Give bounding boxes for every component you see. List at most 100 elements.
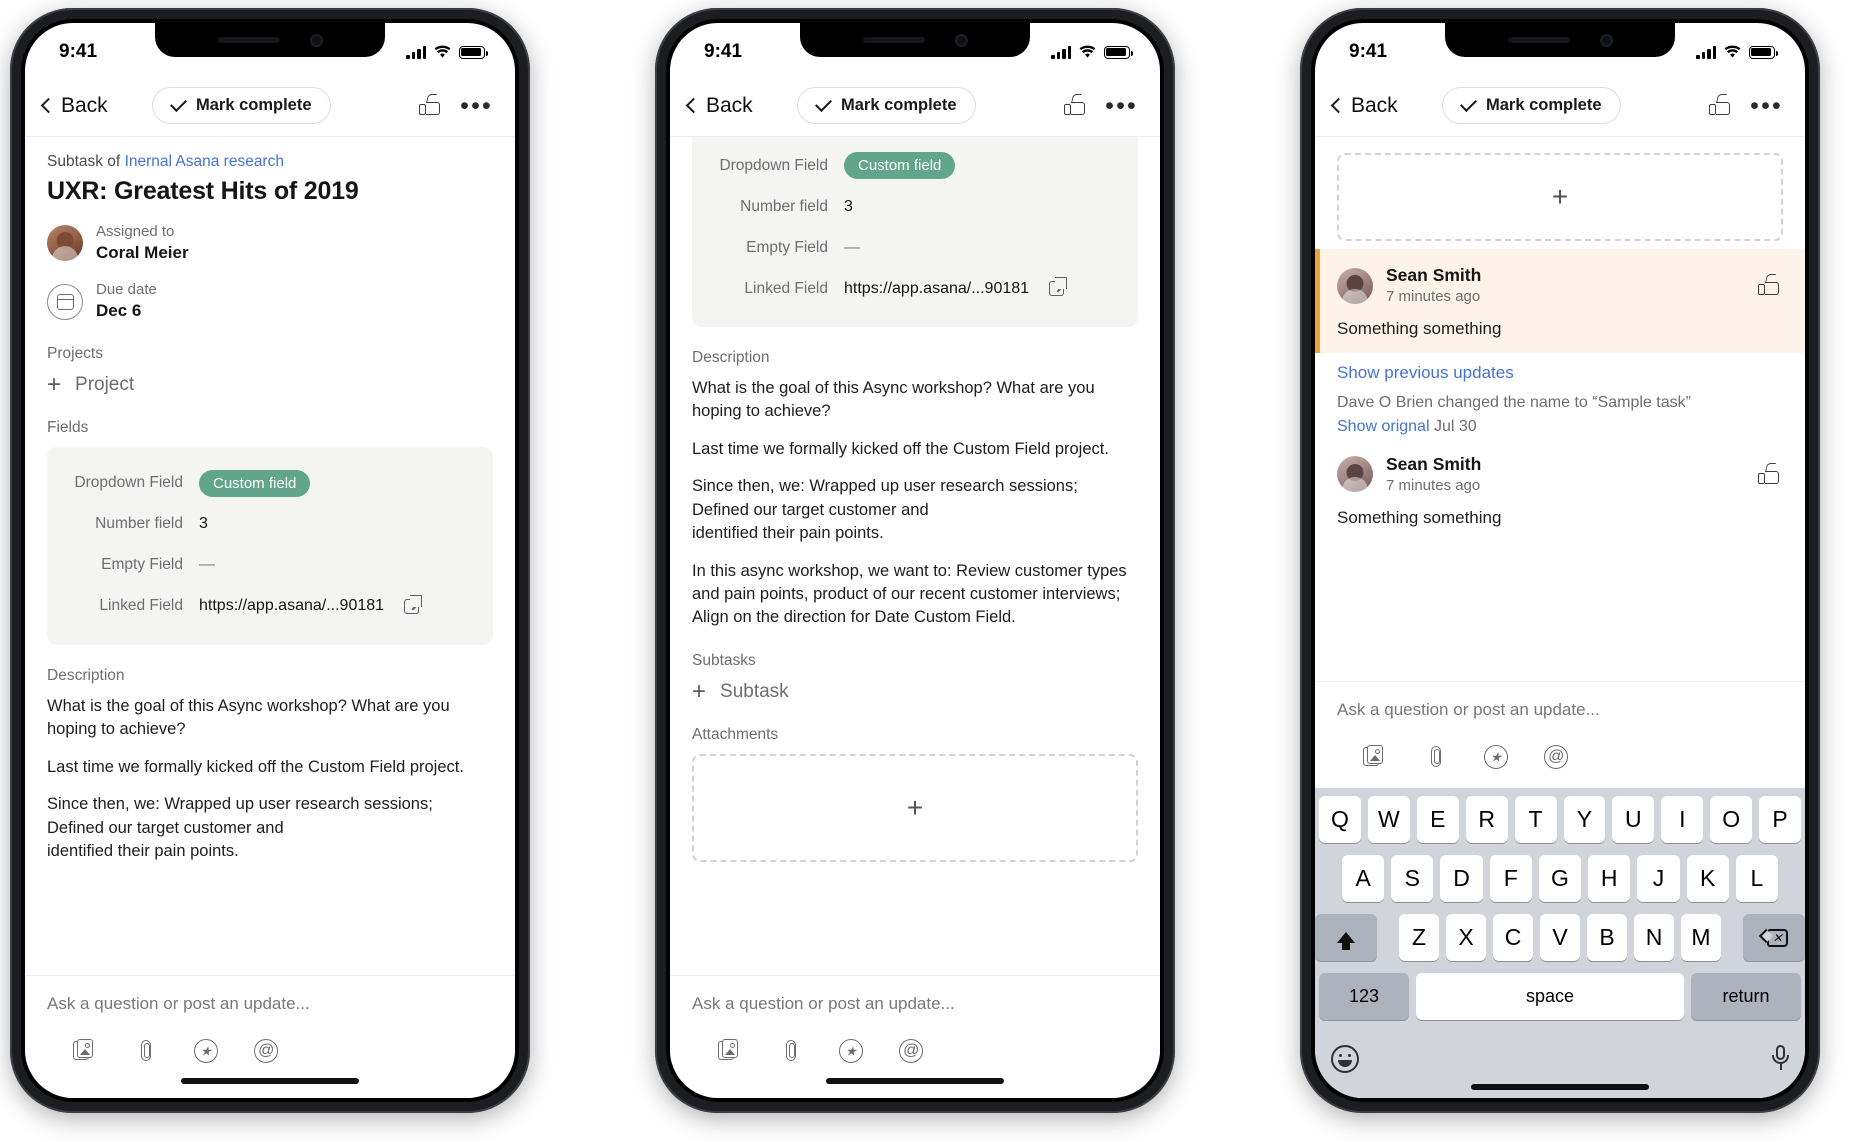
key-q[interactable]: Q <box>1318 796 1361 843</box>
like-icon[interactable] <box>1064 93 1089 118</box>
field-row[interactable]: Number field 3 <box>692 186 1120 227</box>
key-l[interactable]: L <box>1735 855 1778 902</box>
key-k[interactable]: K <box>1686 855 1729 902</box>
mention-icon[interactable]: @ <box>898 1038 924 1064</box>
paperclip-icon[interactable] <box>133 1038 159 1064</box>
paperclip-icon[interactable] <box>778 1038 804 1064</box>
show-original-link[interactable]: Show orignal <box>1337 418 1430 435</box>
show-previous-updates-link[interactable]: Show previous updates <box>1315 353 1805 383</box>
like-icon[interactable] <box>1709 93 1734 118</box>
due-date-row[interactable]: Due date Dec 6 <box>47 280 493 322</box>
like-icon[interactable] <box>1758 273 1783 298</box>
comment-input[interactable]: Ask a question or post an update... <box>47 994 493 1014</box>
key-p[interactable]: P <box>1759 796 1802 843</box>
microphone-icon[interactable] <box>1772 1045 1789 1073</box>
like-icon[interactable] <box>419 93 444 118</box>
add-subtask-label: Subtask <box>720 680 789 702</box>
parent-task-link[interactable]: Inernal Asana research <box>125 153 284 170</box>
numbers-key[interactable]: 123 <box>1319 973 1409 1020</box>
key-s[interactable]: S <box>1391 855 1434 902</box>
field-row[interactable]: Linked Field https://app.asana/...90181 <box>47 586 475 627</box>
key-y[interactable]: Y <box>1563 796 1606 843</box>
more-options-icon[interactable]: ••• <box>1750 93 1783 118</box>
check-icon <box>814 95 832 112</box>
key-u[interactable]: U <box>1612 796 1655 843</box>
mark-complete-button[interactable]: Mark complete <box>796 87 976 124</box>
status-badge: Custom field <box>199 469 311 497</box>
field-label: Dropdown Field <box>74 474 183 492</box>
description-body[interactable]: What is the goal of this Async workshop?… <box>692 377 1138 630</box>
comment-input[interactable]: Ask a question or post an update... <box>692 994 1138 1014</box>
photo-icon[interactable] <box>73 1038 99 1064</box>
composer-toolbar: ★ @ <box>692 1014 1138 1064</box>
external-link-icon[interactable] <box>404 594 423 614</box>
paperclip-icon[interactable] <box>1423 744 1449 770</box>
key-b[interactable]: B <box>1587 914 1627 961</box>
comment-composer[interactable]: Ask a question or post an update... ★ @ <box>670 975 1160 1064</box>
key-c[interactable]: C <box>1493 914 1533 961</box>
front-camera-icon <box>954 33 968 47</box>
key-d[interactable]: D <box>1440 855 1483 902</box>
comment-composer[interactable]: Ask a question or post an update... ★ @ <box>1315 681 1805 788</box>
speaker-grill <box>862 37 925 43</box>
star-icon[interactable]: ★ <box>1483 744 1509 770</box>
mention-icon[interactable]: @ <box>1543 744 1569 770</box>
add-attachment-dropzone[interactable]: + <box>1337 153 1783 241</box>
field-row[interactable]: Dropdown Field Custom field <box>47 463 475 504</box>
notch <box>800 23 1030 57</box>
field-label: Number field <box>95 515 183 533</box>
more-options-icon[interactable]: ••• <box>460 93 493 118</box>
field-row[interactable]: Linked Field https://app.asana/...90181 <box>692 268 1120 309</box>
keyboard-row-2: ASDFGHJKL <box>1319 855 1801 902</box>
field-row[interactable]: Number field 3 <box>47 504 475 545</box>
emoji-icon[interactable] <box>1331 1045 1359 1073</box>
field-row[interactable]: Dropdown Field Custom field <box>692 145 1120 186</box>
key-x[interactable]: X <box>1446 914 1486 961</box>
photo-icon[interactable] <box>1363 744 1389 770</box>
key-f[interactable]: F <box>1489 855 1532 902</box>
comment-input[interactable]: Ask a question or post an update... <box>1337 700 1783 720</box>
key-i[interactable]: I <box>1661 796 1704 843</box>
key-e[interactable]: E <box>1416 796 1459 843</box>
key-m[interactable]: M <box>1681 914 1721 961</box>
key-o[interactable]: O <box>1710 796 1753 843</box>
back-button[interactable]: Back <box>39 94 108 118</box>
star-icon[interactable]: ★ <box>193 1038 219 1064</box>
description-body[interactable]: What is the goal of this Async workshop?… <box>47 695 493 864</box>
key-n[interactable]: N <box>1634 914 1674 961</box>
comment-item[interactable]: Sean Smith 7 minutes ago Something somet… <box>1315 249 1805 354</box>
more-options-icon[interactable]: ••• <box>1105 93 1138 118</box>
add-subtask-button[interactable]: + Subtask <box>692 679 1138 704</box>
back-button[interactable]: Back <box>684 94 753 118</box>
assignee-row[interactable]: Assigned to Coral Meier <box>47 222 493 264</box>
key-t[interactable]: T <box>1514 796 1557 843</box>
star-icon[interactable]: ★ <box>838 1038 864 1064</box>
key-r[interactable]: R <box>1465 796 1508 843</box>
add-attachment-dropzone[interactable]: + <box>692 753 1138 862</box>
comment-item[interactable]: Sean Smith 7 minutes ago Something somet… <box>1315 438 1805 542</box>
key-z[interactable]: Z <box>1399 914 1439 961</box>
backspace-key[interactable]: ✕ <box>1743 914 1805 961</box>
key-w[interactable]: W <box>1367 796 1410 843</box>
key-a[interactable]: A <box>1342 855 1385 902</box>
mark-complete-button[interactable]: Mark complete <box>1441 87 1621 124</box>
photo-icon[interactable] <box>718 1038 744 1064</box>
mention-icon[interactable]: @ <box>253 1038 279 1064</box>
key-v[interactable]: V <box>1540 914 1580 961</box>
shift-key[interactable] <box>1315 914 1377 961</box>
return-key[interactable]: return <box>1691 973 1801 1020</box>
field-row[interactable]: Empty Field — <box>47 545 475 586</box>
comment-composer[interactable]: Ask a question or post an update... ★ @ <box>25 975 515 1064</box>
back-button[interactable]: Back <box>1329 94 1398 118</box>
add-project-button[interactable]: + Project <box>47 372 493 397</box>
activity-story-date: Jul 30 <box>1433 417 1477 435</box>
mark-complete-button[interactable]: Mark complete <box>151 87 331 124</box>
key-h[interactable]: H <box>1588 855 1631 902</box>
space-key[interactable]: space <box>1416 973 1684 1020</box>
external-link-icon[interactable] <box>1049 277 1068 296</box>
field-row[interactable]: Empty Field — <box>692 227 1120 268</box>
key-g[interactable]: G <box>1538 855 1582 902</box>
field-label: Linked Field <box>99 597 183 615</box>
key-j[interactable]: J <box>1637 855 1680 902</box>
like-icon[interactable] <box>1758 462 1783 487</box>
